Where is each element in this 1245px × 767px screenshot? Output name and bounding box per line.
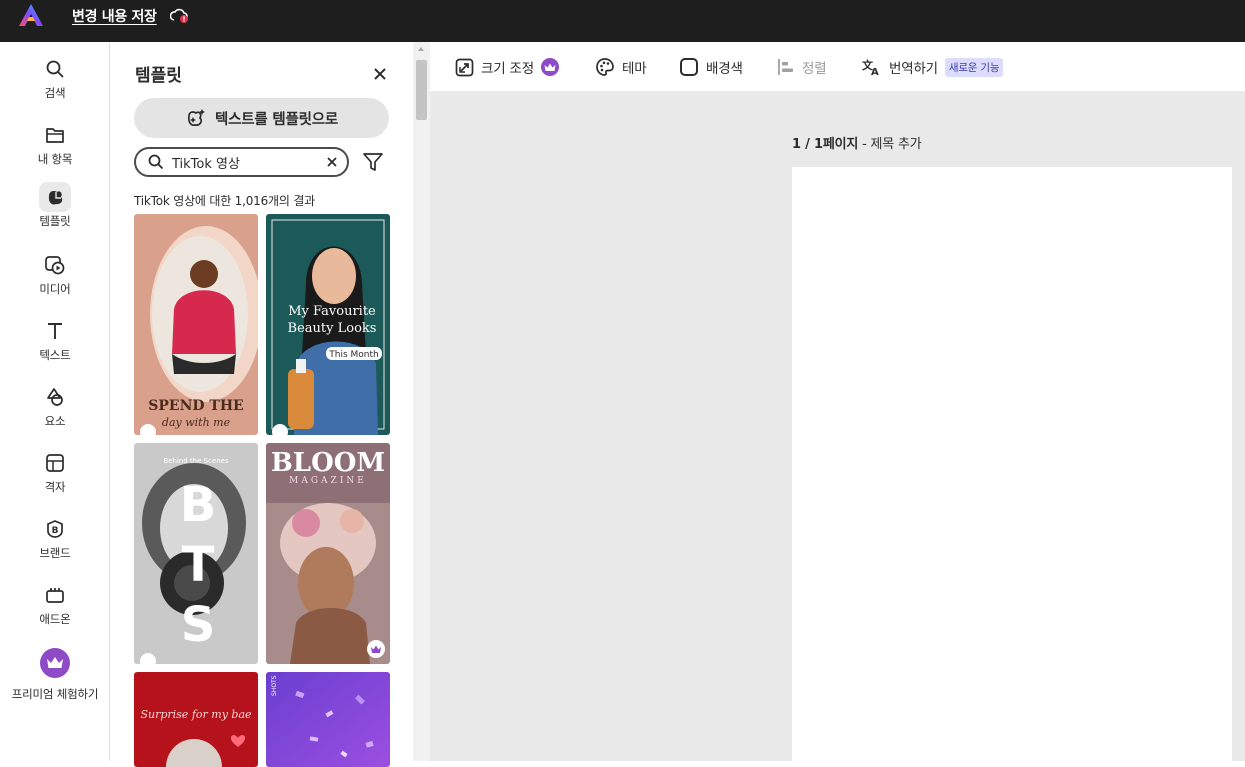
thumb-title-line2: MAGAZINE	[289, 476, 367, 486]
addons-icon	[39, 580, 71, 610]
result-count: TikTok 영상에 대한 1,016개의 결과	[134, 194, 315, 208]
close-icon[interactable]	[372, 66, 388, 82]
translate-icon: 文 A	[862, 58, 879, 76]
thumb-title-line2: Beauty Looks	[288, 321, 377, 336]
add-title-link[interactable]: 제목 추가	[871, 137, 922, 152]
text-to-template-button[interactable]: 텍스트를 템플릿으로	[134, 98, 389, 138]
rail-item-label: 요소	[44, 414, 66, 428]
translate-label: 번역하기	[889, 61, 938, 77]
thumb-letter: B	[180, 477, 217, 533]
search-icon	[39, 54, 71, 84]
rail-item-label: 프리미엄 체험하기	[11, 687, 99, 701]
grid-icon	[39, 448, 71, 478]
thumb-title-line2: day with me	[162, 416, 231, 429]
template-thumbnail[interactable]: Behind the Scenes B T S	[134, 443, 258, 664]
thumb-title-line1: Surprise for my bae	[140, 708, 252, 721]
thumb-title-line1: SPEND THE	[148, 398, 243, 414]
rail-item-label: 검색	[44, 86, 66, 100]
folder-icon	[39, 120, 71, 150]
thumb-title-line1: My Favourite	[288, 304, 376, 319]
background-color-swatch-icon	[680, 58, 698, 76]
rail-item-label: 텍스트	[39, 348, 71, 362]
panel-scrollbar[interactable]	[413, 42, 430, 761]
rail-item-label: 애드온	[39, 612, 71, 626]
rail-item-text[interactable]: 텍스트	[0, 316, 110, 372]
scroll-up-arrow-icon[interactable]	[418, 47, 424, 51]
search-input[interactable]	[172, 154, 312, 170]
thumb-caption: Behind the Scenes	[163, 457, 229, 465]
crown-icon	[40, 648, 70, 678]
page-indicator: 1 / 1페이지	[792, 137, 859, 152]
templates-icon	[39, 182, 71, 212]
panel-title: 템플릿	[135, 66, 182, 86]
left-nav-rail: 검색 내 항목 템플릿 미디어 텍스트 요소 격자 B 브랜드 애드온 프리미엄…	[0, 42, 110, 761]
shapes-icon	[39, 382, 71, 412]
rail-item-label: 내 항목	[37, 152, 73, 166]
translate-button[interactable]: 文 A 번역하기 새로운 기능	[862, 56, 1004, 78]
save-changes-link[interactable]: 변경 내용 저장	[72, 6, 157, 26]
rail-item-media[interactable]: 미디어	[0, 250, 110, 306]
rail-item-label: 미디어	[39, 282, 71, 296]
svg-text:A: A	[871, 67, 879, 76]
resize-label: 크기 조정	[481, 61, 534, 77]
template-search-box[interactable]	[134, 147, 349, 177]
theme-label: 테마	[622, 61, 647, 77]
template-thumbnail[interactable]: SHOTS	[266, 672, 390, 767]
rail-item-brand[interactable]: B 브랜드	[0, 514, 110, 570]
page-header-separator: -	[858, 137, 871, 152]
brand-icon: B	[39, 514, 71, 544]
rail-item-label: 템플릿	[39, 214, 71, 228]
template-thumbnail[interactable]: Surprise for my bae	[134, 672, 258, 767]
rail-item-my-stuff[interactable]: 내 항목	[0, 120, 110, 176]
premium-crown-icon	[540, 58, 559, 76]
canvas-area: 1 / 1페이지 - 제목 추가	[430, 92, 1245, 761]
top-bar: 변경 내용 저장	[0, 0, 1245, 42]
templates-panel: 템플릿 텍스트를 템플릿으로 TikTok 영상에 대한 1,016개의 결과	[110, 42, 413, 767]
rail-item-grid[interactable]: 격자	[0, 448, 110, 504]
search-icon	[148, 154, 164, 170]
text-to-template-label: 텍스트를 템플릿으로	[214, 111, 339, 128]
scrollbar-thumb[interactable]	[416, 60, 427, 120]
rail-item-premium-trial[interactable]: 프리미엄 체험하기	[0, 648, 110, 704]
editor-toolbar: 크기 조정 테마 배경색 정렬 文 A 번역하기 새로운 기능	[430, 42, 1245, 92]
background-color-label: 배경색	[706, 61, 743, 77]
background-color-button[interactable]: 배경색	[679, 56, 743, 78]
rail-item-label: 격자	[44, 480, 66, 494]
media-icon	[39, 250, 71, 280]
template-thumbnail[interactable]: My Favourite Beauty Looks This Month	[266, 214, 390, 435]
theme-button[interactable]: 테마	[595, 56, 647, 78]
clear-search-icon[interactable]	[325, 155, 339, 169]
thumb-tag: This Month	[328, 350, 378, 360]
thumb-title-line1: SHOTS	[271, 675, 278, 696]
rail-item-addons[interactable]: 애드온	[0, 580, 110, 636]
resize-button[interactable]: 크기 조정	[455, 56, 559, 78]
rail-item-label: 브랜드	[39, 546, 71, 560]
text-to-template-icon	[187, 109, 205, 126]
adobe-express-logo[interactable]	[18, 3, 44, 27]
align-label: 정렬	[802, 61, 827, 77]
thumb-letter: T	[182, 537, 215, 593]
resize-icon	[455, 58, 474, 76]
filter-icon[interactable]	[362, 151, 384, 173]
text-icon	[39, 316, 71, 346]
page-header: 1 / 1페이지 - 제목 추가	[792, 133, 922, 152]
template-thumbnail[interactable]: SPEND THE day with me	[134, 214, 258, 435]
new-feature-badge: 새로운 기능	[944, 57, 1004, 77]
rail-item-elements[interactable]: 요소	[0, 382, 110, 438]
rail-item-search[interactable]: 검색	[0, 54, 110, 110]
design-page[interactable]	[792, 167, 1232, 761]
align-button[interactable]: 정렬	[777, 56, 827, 78]
align-left-icon	[778, 59, 793, 75]
cloud-sync-error-icon[interactable]	[170, 7, 190, 24]
palette-icon	[596, 58, 614, 76]
template-thumbnail[interactable]: BLOOM MAGAZINE	[266, 443, 390, 664]
rail-item-templates[interactable]: 템플릿	[0, 182, 110, 238]
svg-text:B: B	[52, 526, 59, 536]
thumb-title-line1: BLOOM	[271, 448, 385, 478]
thumb-letter: S	[181, 597, 216, 653]
